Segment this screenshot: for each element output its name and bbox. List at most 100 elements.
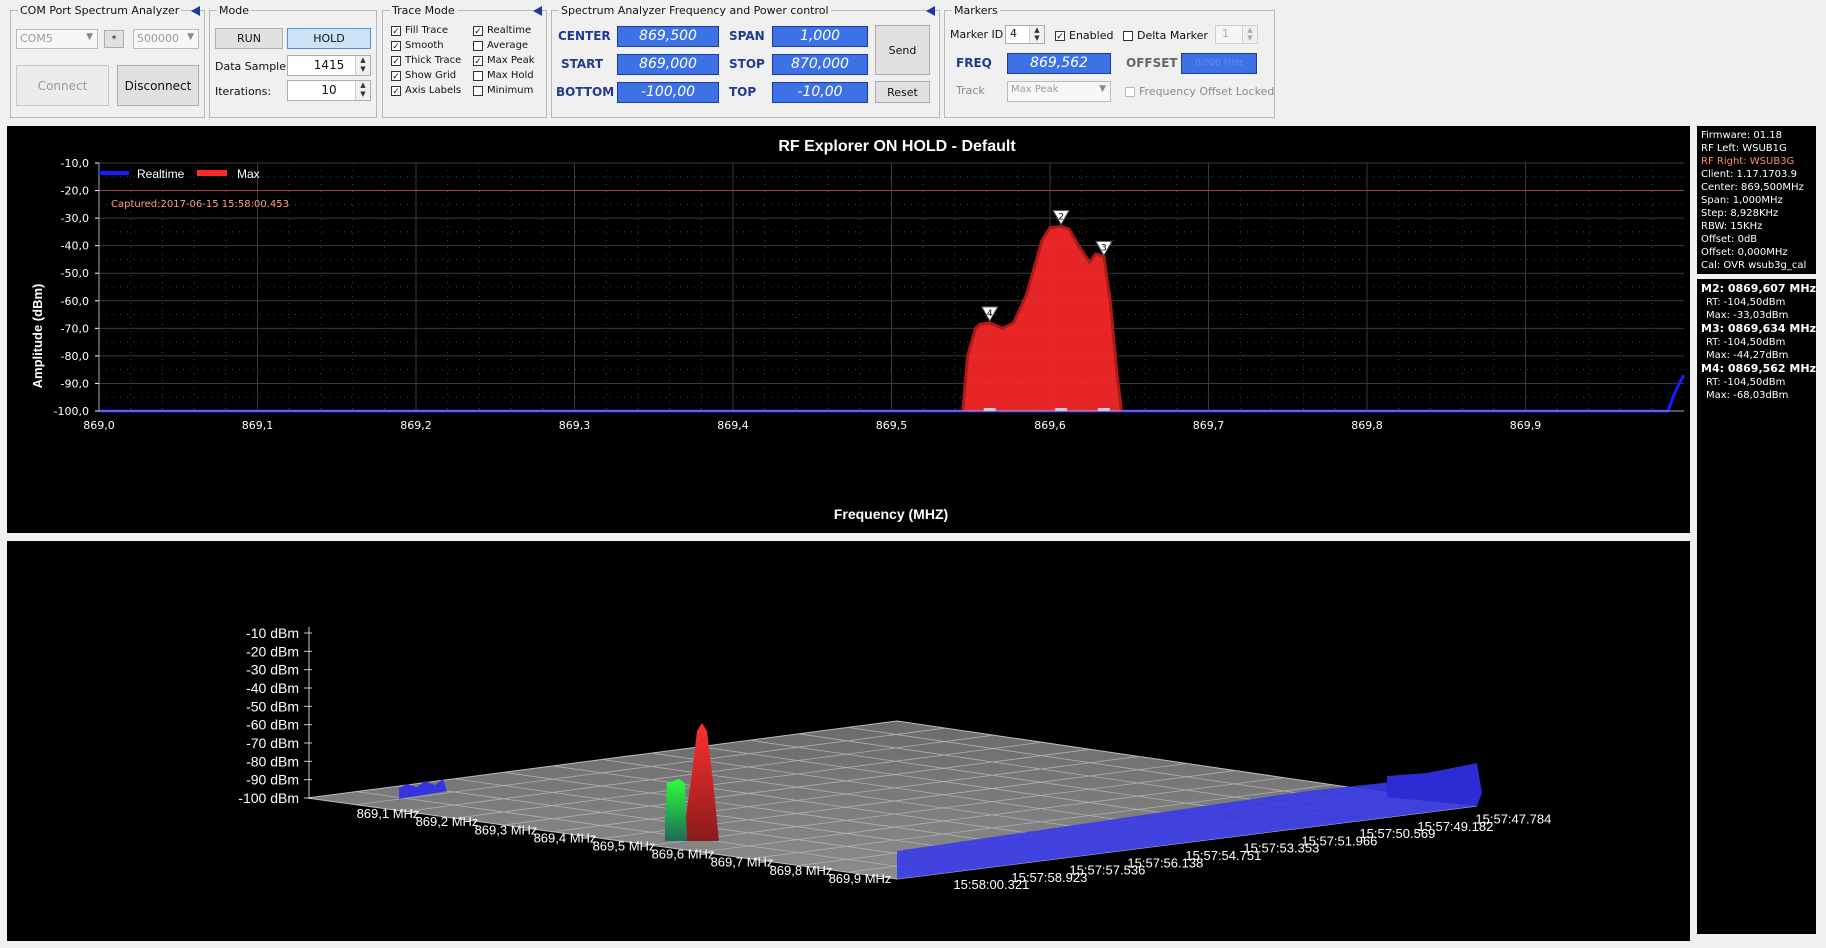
trace-option-max-hold-checkbox[interactable]: Max Hold — [473, 70, 534, 81]
refresh-ports-button[interactable]: * — [104, 30, 124, 48]
x-tick-label: 869,8 — [1351, 419, 1383, 432]
frequency-tick-label: 869,7 MHz — [711, 855, 774, 870]
x-tick-label: 869,1 — [242, 419, 274, 432]
waterfall-realtime-peak — [665, 779, 687, 841]
marker-base-tick — [1097, 408, 1110, 411]
center-frequency-input[interactable]: 869,500 — [617, 26, 719, 47]
track-select[interactable]: Max Peak ▼ — [1007, 81, 1111, 102]
collapse-arrow-icon[interactable] — [926, 6, 935, 16]
iterations-input[interactable]: 10 ▲ ▼ — [287, 80, 371, 101]
trace-option-label: Realtime — [487, 25, 532, 36]
amplitude-tick-label: -40 dBm — [246, 680, 299, 696]
reset-button[interactable]: Reset — [875, 81, 930, 103]
marker-frequency-input[interactable]: 869,562 — [1007, 53, 1111, 74]
checkbox-box — [1125, 86, 1135, 97]
frequency-tick-label: 869,1 MHz — [357, 806, 420, 821]
amplitude-tick-label: -80 dBm — [246, 753, 299, 769]
baud-rate-select[interactable]: 500000 ▼ — [133, 29, 199, 49]
mode-group-title: Mode — [217, 4, 251, 17]
span-input[interactable]: 1,000 — [772, 26, 868, 47]
marker-enabled-checkbox[interactable]: ✓ Enabled — [1055, 29, 1113, 42]
marker-id-label: Marker ID — [950, 28, 1004, 41]
trace-option-label: Average — [487, 40, 529, 51]
marker-base-tick — [983, 408, 996, 411]
trace-option-axis-labels-checkbox[interactable]: ✓ Axis Labels — [391, 85, 461, 97]
waterfall-amplitude-axis: -10 dBm -20 dBm -30 dBm -40 dBm -50 dBm -60 d… — [238, 625, 312, 806]
marker-offset-input[interactable]: 0,000 MHz — [1181, 53, 1257, 74]
com-port-group-title: COM Port Spectrum Analyzer — [18, 4, 182, 17]
checkbox-box — [473, 70, 483, 81]
markers-group-title: Markers — [952, 4, 1000, 17]
delta-marker-checkbox[interactable]: Delta Marker — [1123, 29, 1208, 42]
spectrum-chart[interactable]: -10,0 -20,0 -30,0 -40,0 -50,0 -60,0 -70,0 -80,0… — [7, 126, 1690, 533]
trace-option-fill-trace-checkbox[interactable]: ✓ Fill Trace — [391, 25, 448, 37]
waterfall-3d-chart[interactable]: -10 dBm -20 dBm -30 dBm -40 dBm -50 dBm -60 d… — [7, 541, 1690, 941]
time-tick-label: 15:57:47.784 — [1475, 811, 1551, 826]
marker-readout-max: Max: -33,03dBm — [1706, 310, 1789, 321]
trace-option-smooth-checkbox[interactable]: ✓ Smooth — [391, 40, 444, 52]
checkbox-box — [473, 85, 483, 96]
device-info-line: RBW: 15KHz — [1701, 221, 1763, 232]
marker-id-input[interactable]: 4 ▲ ▼ — [1005, 25, 1045, 44]
com-port-select[interactable]: COM5 ▼ — [16, 29, 98, 49]
chart-legend[interactable]: Realtime Max — [99, 167, 260, 181]
spinner-arrows-icon[interactable]: ▲ ▼ — [355, 56, 370, 75]
collapse-arrow-icon[interactable] — [533, 6, 542, 16]
spinner-arrows-icon[interactable]: ▲ ▼ — [1242, 26, 1257, 43]
connect-button[interactable]: Connect — [16, 65, 109, 106]
spinner-arrows-icon[interactable]: ▲ ▼ — [355, 81, 370, 100]
amplitude-tick-label: -30 dBm — [246, 662, 299, 678]
delta-marker-id-input[interactable]: 1 ▲ ▼ — [1215, 25, 1258, 44]
marker-id-value: 4 — [1010, 27, 1017, 40]
chart-grid — [98, 162, 1684, 412]
marker-readout-max: Max: -68,03dBm — [1706, 390, 1789, 401]
spectrum-chart-panel[interactable]: -10,0 -20,0 -30,0 -40,0 -50,0 -60,0 -70,0 -80,0… — [7, 126, 1690, 533]
marker-readout-lines: M2: 0869,607 MHz RT: -104,50dBm Max: -33,0… — [1701, 282, 1816, 402]
bottom-amplitude-input[interactable]: -100,00 — [617, 82, 719, 103]
x-tick-label: 869,6 — [1034, 419, 1066, 432]
frequency-offset-locked-checkbox[interactable]: Frequency Offset Locked — [1125, 85, 1274, 98]
trace-option-minimum-checkbox[interactable]: Minimum — [473, 85, 533, 96]
trace-option-average-checkbox[interactable]: Average — [473, 40, 528, 51]
waterfall-3d-panel[interactable]: -10 dBm -20 dBm -30 dBm -40 dBm -50 dBm -60 d… — [7, 541, 1690, 941]
offset-label: OFFSET — [1126, 56, 1178, 70]
trace-option-label: Max Hold — [487, 70, 534, 81]
amplitude-tick-label: -70 dBm — [246, 735, 299, 751]
run-button[interactable]: RUN — [215, 28, 283, 49]
trace-option-max-peak-checkbox[interactable]: ✓ Max Peak — [473, 55, 535, 67]
delta-marker-id-value: 1 — [1222, 27, 1229, 40]
trace-option-thick-trace-checkbox[interactable]: ✓ Thick Trace — [391, 55, 461, 67]
chart-y-axis-label: Amplitude (dBm) — [30, 284, 45, 389]
trace-option-realtime-checkbox[interactable]: ✓ Realtime — [473, 25, 532, 37]
amplitude-tick-label: -60 dBm — [246, 717, 299, 733]
top-label: TOP — [729, 85, 757, 99]
chevron-down-icon: ▼ — [1099, 84, 1106, 94]
trace-mode-group: Trace Mode ✓ Fill Trace ✓ Smooth ✓ Thick Trac… — [382, 4, 547, 118]
disconnect-button[interactable]: Disconnect — [117, 65, 199, 106]
y-tick-label: -50,0 — [61, 267, 89, 280]
com-port-value: COM5 — [20, 32, 53, 45]
stop-frequency-input[interactable]: 870,000 — [772, 54, 868, 75]
device-info-line: Cal: OVR wsub3g_cal — [1701, 260, 1807, 271]
delta-marker-label: Delta Marker — [1137, 29, 1208, 42]
marker-offset-value: 0,000 MHz — [1195, 58, 1243, 68]
checkbox-box: ✓ — [391, 55, 401, 67]
spinner-arrows-icon[interactable]: ▲ ▼ — [1029, 26, 1044, 43]
send-button[interactable]: Send — [875, 25, 930, 75]
chart-title: RF Explorer ON HOLD - Default — [778, 138, 1016, 155]
top-amplitude-input[interactable]: -10,00 — [772, 82, 868, 103]
checkbox-box: ✓ — [1055, 30, 1065, 42]
center-label: CENTER — [558, 29, 611, 43]
data-sample-input[interactable]: 1415 ▲ ▼ — [287, 55, 371, 76]
trace-option-show-grid-checkbox[interactable]: ✓ Show Grid — [391, 70, 456, 82]
x-tick-label: 869,3 — [559, 419, 591, 432]
start-frequency-input[interactable]: 869,000 — [617, 54, 719, 75]
hold-button[interactable]: HOLD — [287, 28, 371, 49]
collapse-arrow-icon[interactable] — [191, 6, 200, 16]
checkbox-box: ✓ — [391, 40, 401, 52]
chevron-down-icon: ▼ — [187, 32, 194, 42]
frequency-tick-label: 869,3 MHz — [475, 822, 538, 837]
x-tick-label: 869,4 — [717, 419, 749, 432]
span-label: SPAN — [729, 29, 765, 43]
frequency-tick-label: 869,4 MHz — [534, 830, 597, 845]
